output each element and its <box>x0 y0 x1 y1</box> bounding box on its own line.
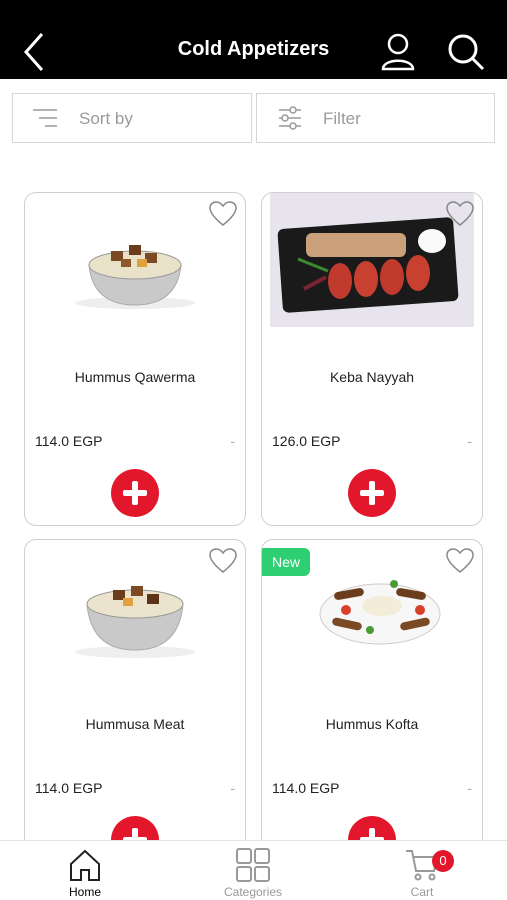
add-to-cart-button[interactable] <box>348 469 396 517</box>
sort-label: Sort by <box>79 109 133 128</box>
nav-cart-label: Cart <box>410 885 434 899</box>
favorite-heart-icon[interactable] <box>209 548 237 574</box>
sort-filter-bar: Sort by Filter <box>12 93 495 143</box>
product-card[interactable]: Hummus Qawerma 114.0 EGP - <box>24 192 246 526</box>
nav-categories[interactable]: Categories <box>193 847 313 899</box>
product-price: 126.0 EGP <box>272 433 341 449</box>
favorite-heart-icon[interactable] <box>446 548 474 574</box>
product-card[interactable]: New Hummus Kofta 114.0 EGP - <box>261 539 483 873</box>
user-icon[interactable] <box>380 32 416 72</box>
nav-cart[interactable]: 0 Cart <box>362 847 482 899</box>
nav-home-label: Home <box>68 885 101 899</box>
favorite-heart-icon[interactable] <box>209 201 237 227</box>
product-card[interactable]: Hummusa Meat 114.0 EGP - <box>24 539 246 873</box>
cart-count-badge: 0 <box>432 850 454 872</box>
nav-categories-label: Categories <box>223 885 283 899</box>
product-name: Hummus Qawerma <box>74 369 196 385</box>
product-card[interactable]: Keba Nayyah 126.0 EGP - <box>261 192 483 526</box>
search-icon[interactable] <box>446 32 486 72</box>
sort-button[interactable]: Sort by <box>12 93 252 143</box>
bottom-nav: Home Categories 0 Cart <box>0 840 507 900</box>
product-old-price: - <box>230 433 235 449</box>
product-old-price: - <box>467 780 472 796</box>
home-icon <box>70 849 100 881</box>
filter-button[interactable]: Filter <box>256 93 495 143</box>
product-image <box>270 193 474 327</box>
product-price: 114.0 EGP <box>35 433 103 449</box>
favorite-heart-icon[interactable] <box>446 201 474 227</box>
product-price: 114.0 EGP <box>272 780 340 796</box>
product-old-price: - <box>467 433 472 449</box>
product-name: Keba Nayyah <box>329 369 415 385</box>
product-price: 114.0 EGP <box>35 780 103 796</box>
product-name: Hummusa Meat <box>85 716 185 732</box>
filter-sliders-icon <box>279 106 301 130</box>
nav-home[interactable]: Home <box>25 847 145 899</box>
product-image <box>75 245 195 309</box>
add-to-cart-button[interactable] <box>111 469 159 517</box>
sort-icon <box>33 109 57 127</box>
new-badge: New <box>262 548 311 576</box>
product-old-price: - <box>230 780 235 796</box>
filter-label: Filter <box>323 109 361 128</box>
top-bar: Cold Appetizers <box>0 0 507 79</box>
categories-grid-icon <box>236 848 270 882</box>
product-name: Hummus Kofta <box>325 716 419 732</box>
page-title: Cold Appetizers <box>177 38 330 60</box>
product-image <box>75 586 195 658</box>
